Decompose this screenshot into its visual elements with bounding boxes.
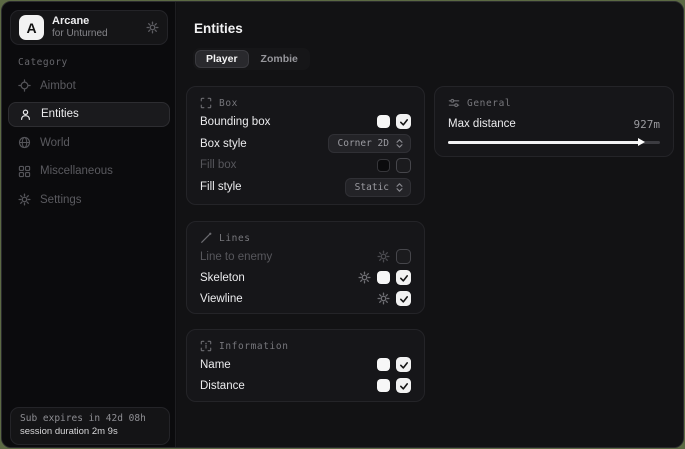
gear-icon bbox=[18, 193, 31, 206]
box-style-dropdown[interactable]: Corner 2D bbox=[328, 134, 411, 153]
section-title: Box bbox=[219, 98, 238, 109]
box-brackets-icon bbox=[200, 97, 212, 109]
color-swatch[interactable] bbox=[377, 358, 390, 371]
section-title: Information bbox=[219, 341, 289, 352]
sidebar: A Arcane for Unturned Category Aimbot En… bbox=[2, 2, 176, 447]
row-line-to-enemy: Line to enemy bbox=[200, 246, 411, 267]
brand-logo: A bbox=[19, 15, 44, 40]
chevrons-up-down-icon bbox=[395, 138, 404, 149]
checkbox-unchecked[interactable] bbox=[396, 158, 411, 173]
row-distance: Distance bbox=[200, 375, 411, 396]
box-section: Box Bounding box Box style Corner 2D bbox=[186, 86, 425, 205]
tab-player[interactable]: Player bbox=[195, 50, 249, 68]
gear-icon[interactable] bbox=[377, 250, 390, 263]
entity-tabs: Player Zombie bbox=[193, 48, 310, 70]
tab-zombie[interactable]: Zombie bbox=[251, 50, 308, 68]
color-swatch[interactable] bbox=[377, 271, 390, 284]
sidebar-item-world[interactable]: World bbox=[8, 130, 170, 155]
row-label: Max distance bbox=[448, 118, 516, 130]
row-label: Line to enemy bbox=[200, 251, 272, 263]
row-viewline: Viewline bbox=[200, 288, 411, 309]
main-content: Entities Player Zombie Box Bounding box bbox=[177, 2, 683, 447]
gear-icon[interactable] bbox=[358, 271, 371, 284]
session-duration-text: session duration 2m 9s bbox=[20, 426, 160, 439]
sliders-icon bbox=[448, 97, 460, 109]
sidebar-item-aimbot[interactable]: Aimbot bbox=[8, 73, 170, 98]
row-max-distance: Max distance 927m bbox=[448, 113, 660, 135]
row-label: Name bbox=[200, 359, 231, 371]
sidebar-item-miscellaneous[interactable]: Miscellaneous bbox=[8, 159, 170, 184]
checkbox-checked[interactable] bbox=[396, 114, 411, 129]
info-scan-icon bbox=[200, 340, 212, 352]
row-label: Bounding box bbox=[200, 116, 270, 128]
dropdown-value: Static bbox=[355, 182, 389, 193]
section-title: General bbox=[467, 98, 511, 109]
color-swatch[interactable] bbox=[377, 379, 390, 392]
chevrons-up-down-icon bbox=[395, 182, 404, 193]
category-label: Category bbox=[18, 57, 68, 68]
section-title: Lines bbox=[219, 233, 251, 244]
row-label: Viewline bbox=[200, 293, 243, 305]
sidebar-item-label: Entities bbox=[41, 108, 79, 120]
slider-fill bbox=[448, 141, 642, 144]
brand-card: A Arcane for Unturned bbox=[10, 10, 168, 45]
row-box-style: Box style Corner 2D bbox=[200, 133, 411, 154]
dropdown-value: Corner 2D bbox=[338, 138, 389, 149]
grid-icon bbox=[18, 165, 31, 178]
brand-name: Arcane bbox=[52, 15, 138, 28]
row-name: Name bbox=[200, 354, 411, 375]
page-title: Entities bbox=[194, 21, 243, 36]
sidebar-item-label: Miscellaneous bbox=[40, 165, 113, 177]
sidebar-nav: Aimbot Entities World Miscellaneous Sett… bbox=[8, 73, 170, 216]
checkbox-checked[interactable] bbox=[396, 291, 411, 306]
row-fill-style: Fill style Static bbox=[200, 177, 411, 198]
sidebar-item-label: Settings bbox=[40, 194, 82, 206]
sidebar-item-label: World bbox=[40, 137, 70, 149]
information-section: Information Name Distance bbox=[186, 329, 425, 402]
row-bounding-box: Bounding box bbox=[200, 111, 411, 132]
sidebar-item-entities[interactable]: Entities bbox=[8, 102, 170, 127]
row-label: Distance bbox=[200, 380, 245, 392]
max-distance-value: 927m bbox=[634, 118, 661, 131]
row-label: Fill style bbox=[200, 181, 242, 193]
fill-style-dropdown[interactable]: Static bbox=[345, 178, 411, 197]
checkbox-unchecked[interactable] bbox=[396, 249, 411, 264]
general-section: General Max distance 927m bbox=[434, 86, 674, 157]
lines-section: Lines Line to enemy Skeleton bbox=[186, 221, 425, 314]
slider-thumb[interactable] bbox=[638, 138, 645, 146]
app-window: A Arcane for Unturned Category Aimbot En… bbox=[1, 1, 684, 448]
gear-icon[interactable] bbox=[377, 292, 390, 305]
max-distance-slider[interactable] bbox=[448, 136, 660, 148]
entities-icon bbox=[19, 108, 32, 121]
row-skeleton: Skeleton bbox=[200, 267, 411, 288]
checkbox-checked[interactable] bbox=[396, 378, 411, 393]
sidebar-item-settings[interactable]: Settings bbox=[8, 187, 170, 212]
row-fill-box: Fill box bbox=[200, 155, 411, 176]
crosshair-icon bbox=[18, 79, 31, 92]
color-swatch[interactable] bbox=[377, 115, 390, 128]
brand-settings-icon[interactable] bbox=[146, 21, 159, 34]
row-label: Fill box bbox=[200, 159, 236, 171]
row-label: Box style bbox=[200, 138, 247, 150]
brand-subtitle: for Unturned bbox=[52, 28, 138, 40]
diagonal-line-icon bbox=[200, 232, 212, 244]
subscription-card: Sub expires in 42d 08h session duration … bbox=[10, 407, 170, 445]
globe-icon bbox=[18, 136, 31, 149]
color-swatch[interactable] bbox=[377, 159, 390, 172]
checkbox-checked[interactable] bbox=[396, 270, 411, 285]
checkbox-checked[interactable] bbox=[396, 357, 411, 372]
sub-expiry-text: Sub expires in 42d 08h bbox=[20, 413, 160, 426]
row-label: Skeleton bbox=[200, 272, 245, 284]
sidebar-item-label: Aimbot bbox=[40, 80, 76, 92]
